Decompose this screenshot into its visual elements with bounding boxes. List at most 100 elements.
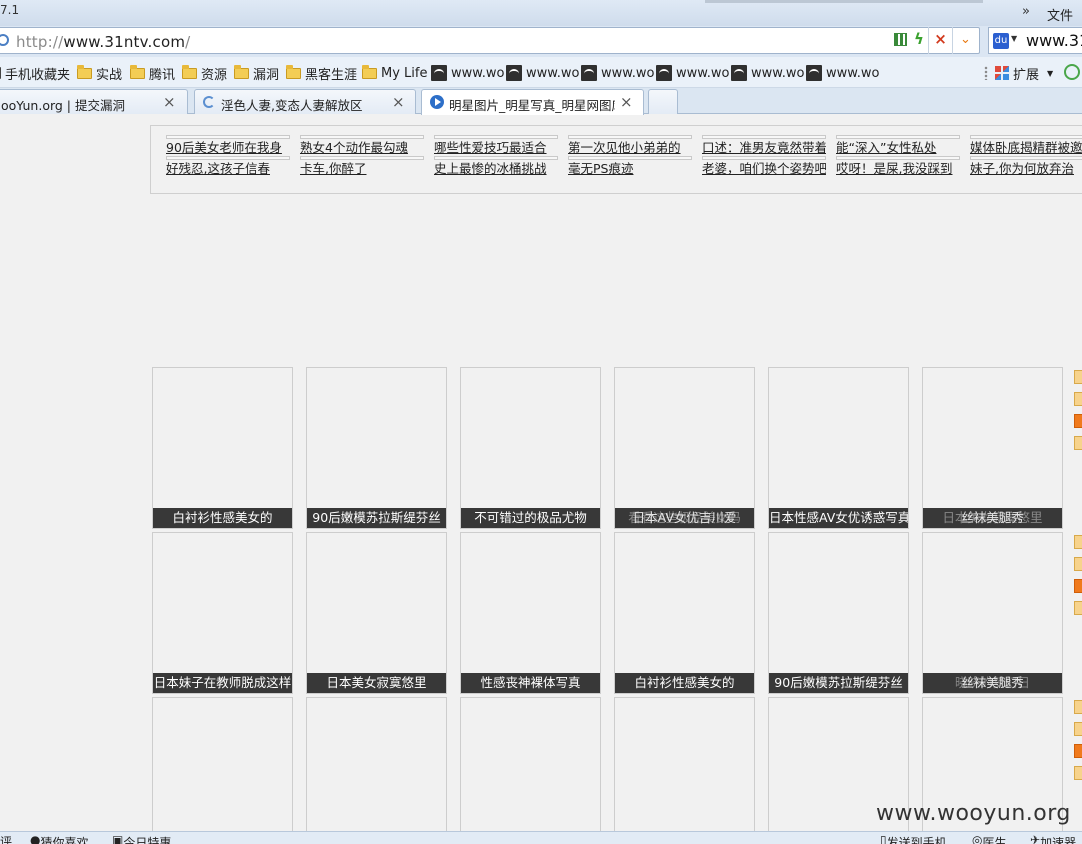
search-input[interactable]: www.31	[1026, 31, 1082, 50]
gallery-item[interactable]: 日本性感AV女优诱惑写真	[768, 367, 909, 529]
gallery-item[interactable]: 日本妹子在教师脱成这样	[152, 532, 293, 694]
bookmark-site[interactable]: www.wo	[731, 65, 804, 81]
gallery-item[interactable]: 日本美女寂寞悠里	[306, 532, 447, 694]
qr-code-icon[interactable]	[894, 33, 907, 46]
gallery-caption: 日本妹子在教师脱成这样	[153, 673, 292, 693]
url-host: www.31ntv.com	[63, 33, 186, 51]
url-dropdown-icon[interactable]: ⌄	[952, 27, 978, 54]
send-to-phone-button[interactable]: ▯ 发送到手机	[880, 833, 947, 844]
bookmark-folder[interactable]: 漏洞	[234, 64, 279, 83]
bookmark-site[interactable]: www.wo	[431, 65, 504, 81]
speed-mode-icon[interactable]: ϟ	[914, 30, 924, 48]
ad-link[interactable]: 毫无PS痕迹	[568, 160, 692, 177]
ad-link[interactable]: 妹子,你为何放弃治	[970, 160, 1082, 177]
search-box[interactable]: du ▼ www.31	[988, 27, 1082, 54]
ad-link[interactable]: 老婆，咱们换个姿势吧	[702, 160, 826, 177]
gallery-item[interactable]: 不可错过的极品尤物	[460, 367, 601, 529]
status-bar: 评 ● 猜你喜欢 ▣ 今日特惠 ▯ 发送到手机 ◎ 医生 ✈ 加速器	[0, 831, 1082, 844]
ad-link[interactable]: 熟女4个动作最勾魂	[300, 139, 424, 156]
loading-spinner-icon	[203, 96, 215, 108]
bookmark-folder[interactable]: 腾讯	[130, 64, 175, 83]
bookmark-mobile[interactable]: 手机收藏夹	[0, 65, 70, 83]
site-favicon-icon	[430, 95, 444, 109]
gallery-item[interactable]	[460, 697, 601, 844]
doctor-button[interactable]: ◎ 医生	[972, 833, 1007, 844]
search-engine-icon[interactable]: du	[993, 33, 1009, 49]
guess-you-like-button[interactable]: ● 猜你喜欢	[30, 833, 89, 844]
bookmark-site[interactable]: www.wo	[581, 65, 654, 81]
gallery-item[interactable]: 丝袜美腿秀 晓晓的梦幻日	[922, 532, 1063, 694]
bookmark-folder[interactable]: 实战	[77, 64, 122, 83]
gallery-item[interactable]: 丝袜美腿秀 日本美女寂寞悠里	[922, 367, 1063, 529]
address-bar[interactable]: http://www.31ntv.com/ ϟ × ⌄	[0, 27, 980, 54]
tab-wooyun[interactable]: ooYun.org | 提交漏洞 ×	[0, 89, 188, 114]
folder-icon	[182, 64, 197, 79]
status-left-text: 评	[0, 835, 13, 844]
menu-overflow-chevron-icon[interactable]: »	[1022, 4, 1030, 19]
phone-icon	[0, 67, 1, 79]
ad-column: 哪些性爱技巧最适合 史上最惨的冰桶挑战	[434, 135, 558, 177]
status-label: 医生	[982, 836, 1007, 844]
status-label: 加速器	[1040, 836, 1077, 844]
gallery-caption: 90后嫩模苏拉斯缇芬丝	[307, 508, 446, 528]
stop-loading-button[interactable]: ×	[928, 27, 952, 54]
tab-active[interactable]: 明星图片_明星写真_明星网图库 ×	[421, 89, 644, 115]
gallery-item[interactable]: 性感丧神裸体写真	[460, 532, 601, 694]
status-label: 今日特惠	[123, 836, 172, 844]
ad-link[interactable]: 好残忍,这孩子信春	[166, 160, 290, 177]
url-text[interactable]: http://www.31ntv.com/	[16, 33, 190, 51]
toolbar-grip-icon	[984, 66, 988, 80]
gallery-item[interactable]	[152, 697, 293, 844]
security-shield-icon[interactable]	[1064, 64, 1080, 80]
today-deals-button[interactable]: ▣ 今日特惠	[112, 833, 171, 844]
bookmark-site[interactable]: www.wo	[806, 65, 879, 81]
watermark: www.wooyun.org	[876, 801, 1071, 826]
ad-link[interactable]: 90后美女老师在我身	[166, 139, 290, 156]
bookmark-folder[interactable]: 资源	[182, 64, 228, 83]
ad-column: 能“深入”女性私处 哎呀！是屎,我没踩到	[836, 135, 960, 177]
file-menu[interactable]: 文件	[1047, 5, 1073, 24]
bookmark-label: www.wo	[676, 65, 730, 81]
extensions-button[interactable]: 扩展 ▼	[995, 65, 1054, 83]
gallery-item[interactable]: 日本AV女优吉川爱 看看这些极品美女吗	[614, 367, 755, 529]
bookmark-label: 资源	[201, 67, 228, 83]
extensions-label: 扩展	[1013, 67, 1040, 83]
bookmark-site[interactable]: www.wo	[506, 65, 579, 81]
bookmark-label: My Life	[381, 65, 428, 81]
site-favicon-icon	[806, 65, 822, 81]
engine-dropdown-icon[interactable]: ▼	[1011, 34, 1017, 43]
tab-loading[interactable]: 淫色人妻,变态人妻解放区 ×	[194, 89, 416, 114]
new-tab-button[interactable]	[648, 89, 678, 114]
folder-icon	[362, 64, 377, 79]
gallery-caption: 日本性感AV女优诱惑写真	[769, 508, 908, 528]
bookmark-site[interactable]: www.wo	[656, 65, 729, 81]
site-favicon-icon	[506, 65, 522, 81]
ad-link[interactable]: 能“深入”女性私处	[836, 139, 960, 156]
ad-link[interactable]: 媒体卧底揭精群被邀	[970, 139, 1082, 156]
gallery-item[interactable]	[306, 697, 447, 844]
url-path: /	[185, 33, 191, 51]
ad-link[interactable]: 卡车,你醉了	[300, 160, 424, 177]
ad-link[interactable]: 史上最惨的冰桶挑战	[434, 160, 558, 177]
gallery-item[interactable]: 90后嫩模苏拉斯缇芬丝	[306, 367, 447, 529]
bookmark-label: www.wo	[826, 65, 880, 81]
gallery-item[interactable]: 90后嫩模苏拉斯缇芬丝	[768, 532, 909, 694]
accelerator-button[interactable]: ✈ 加速器	[1030, 833, 1076, 844]
bookmark-folder[interactable]: My Life	[362, 64, 428, 81]
gallery-item[interactable]: 白衬衫性感美女的	[152, 367, 293, 529]
ad-link[interactable]: 第一次见他小弟弟的	[568, 139, 692, 156]
ad-link[interactable]: 口述：准男友竟然带着	[702, 139, 826, 156]
ad-link[interactable]: 哎呀！是屎,我没踩到	[836, 160, 960, 177]
ad-links-box: 90后美女老师在我身 好残忍,这孩子信春 熟女4个动作最勾魂 卡车,你醉了 哪些性爱…	[150, 125, 1082, 194]
close-tab-icon[interactable]: ×	[163, 93, 176, 111]
bookmark-folder[interactable]: 黑客生涯	[286, 64, 357, 83]
close-tab-icon[interactable]: ×	[620, 93, 633, 111]
ad-link[interactable]: 哪些性爱技巧最适合	[434, 139, 558, 156]
chevron-down-icon: ▼	[1047, 68, 1054, 78]
gallery-item[interactable]: 白衬衫性感美女的	[614, 532, 755, 694]
rank-badge	[1074, 579, 1082, 593]
bookmark-label: www.wo	[526, 65, 580, 81]
gallery-item[interactable]	[614, 697, 755, 844]
close-tab-icon[interactable]: ×	[392, 93, 405, 111]
site-favicon-icon	[731, 65, 747, 81]
